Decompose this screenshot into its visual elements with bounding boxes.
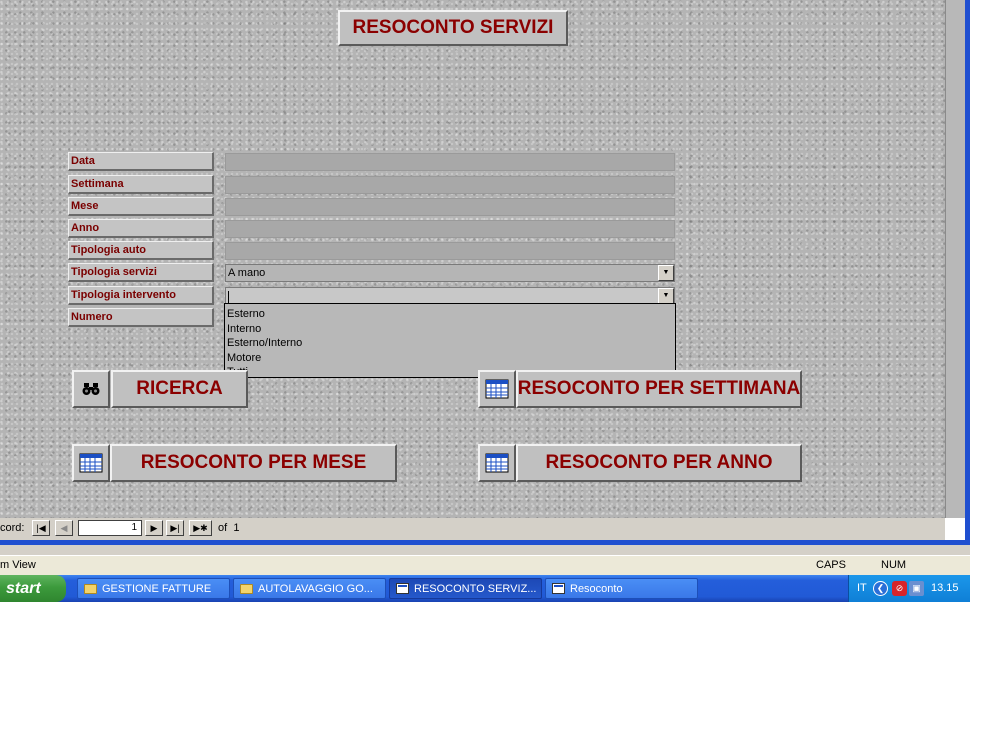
calendar-grid-icon	[485, 379, 509, 399]
record-total-count: 1	[233, 522, 240, 534]
binoculars-icon	[82, 383, 100, 395]
last-record-icon: ▶|	[170, 522, 180, 533]
form-right-margin	[945, 0, 966, 518]
form-icon	[552, 583, 565, 594]
ricerca-icon-button[interactable]	[72, 370, 110, 408]
last-record-button[interactable]: ▶|	[166, 520, 184, 536]
dropdown-option-interno[interactable]: Interno	[225, 322, 675, 337]
record-label: cord:	[0, 522, 25, 534]
form-title: RESOCONTO SERVIZI	[338, 10, 568, 46]
resoconto-mese-icon-button[interactable]	[72, 444, 110, 482]
tipologia-servizi-combo[interactable]: A mano ▼	[225, 264, 675, 282]
tipologia-servizi-dropdown-button[interactable]: ▼	[658, 265, 674, 281]
dropdown-option-esterno[interactable]: Esterno	[225, 307, 675, 322]
label-anno: Anno	[68, 219, 214, 238]
record-of-label: of	[218, 522, 228, 534]
taskbar-item-label: GESTIONE FATTURE	[102, 582, 212, 595]
label-tipologia-intervento: Tipologia intervento	[68, 286, 214, 305]
text-caret	[228, 290, 229, 303]
form-icon	[396, 583, 409, 594]
start-button[interactable]: start	[0, 575, 66, 602]
taskbar-item-label: AUTOLAVAGGIO GO...	[258, 582, 373, 595]
taskbar-item-resoconto-servizi[interactable]: RESOCONTO SERVIZ...	[389, 578, 542, 599]
folder-icon	[240, 583, 253, 594]
record-total: of 1	[218, 522, 239, 534]
ricerca-button[interactable]: RICERCA	[111, 370, 248, 408]
previous-record-button[interactable]: ◀	[55, 520, 73, 536]
taskbar-item-label: RESOCONTO SERVIZ...	[414, 582, 537, 595]
previous-record-icon: ◀	[60, 522, 68, 533]
resoconto-mese-button[interactable]: RESOCONTO PER MESE	[110, 444, 397, 482]
start-label: start	[6, 579, 41, 597]
label-mese: Mese	[68, 197, 214, 216]
resoconto-anno-button[interactable]: RESOCONTO PER ANNO	[516, 444, 802, 482]
chevron-down-icon: ▼	[662, 292, 670, 299]
taskbar-item-autolavaggio[interactable]: AUTOLAVAGGIO GO...	[233, 578, 386, 599]
language-indicator[interactable]: IT	[857, 582, 867, 594]
tipologia-auto-field[interactable]	[225, 242, 675, 260]
calendar-grid-icon	[79, 453, 103, 473]
label-tipologia-auto: Tipologia auto	[68, 241, 214, 260]
label-numero: Numero	[68, 308, 214, 327]
taskbar-item-resoconto[interactable]: Resoconto	[545, 578, 698, 599]
antivirus-icon[interactable]: ⊘	[892, 581, 907, 596]
label-tipologia-servizi: Tipologia servizi	[68, 263, 214, 282]
status-view-text: m View	[0, 559, 36, 571]
first-record-button[interactable]: |◀	[32, 520, 50, 536]
record-number-input[interactable]: 1	[78, 520, 142, 536]
calendar-grid-icon	[485, 453, 509, 473]
resoconto-anno-icon-button[interactable]	[478, 444, 516, 482]
new-record-icon: ▶✱	[193, 522, 208, 533]
label-settimana: Settimana	[68, 175, 214, 194]
label-data: Data	[68, 152, 214, 171]
first-record-icon: |◀	[36, 522, 46, 533]
settimana-field[interactable]	[225, 176, 675, 194]
tipologia-servizi-value: A mano	[228, 267, 266, 279]
window-bottom-strip	[0, 545, 970, 555]
resoconto-settimana-icon-button[interactable]	[478, 370, 516, 408]
tipologia-intervento-dropdown-list[interactable]: Esterno Interno Esterno/Interno Motore T…	[224, 303, 676, 378]
tipologia-intervento-dropdown-button[interactable]: ▼	[658, 288, 674, 304]
resoconto-settimana-button[interactable]: RESOCONTO PER SETTIMANA	[516, 370, 802, 408]
num-indicator: NUM	[881, 559, 907, 571]
new-record-button[interactable]: ▶✱	[189, 520, 212, 536]
data-field[interactable]	[225, 153, 675, 171]
next-record-icon: ▶	[150, 522, 158, 533]
chevron-down-icon: ▼	[662, 269, 670, 276]
dropdown-option-motore[interactable]: Motore	[225, 351, 675, 366]
mese-field[interactable]	[225, 198, 675, 216]
clock[interactable]: 13.15	[931, 582, 959, 594]
folder-icon	[84, 583, 97, 594]
anno-field[interactable]	[225, 220, 675, 238]
taskbar-item-label: Resoconto	[570, 582, 623, 595]
window-frame-right	[965, 0, 970, 545]
network-icon[interactable]: ▣	[909, 581, 924, 596]
taskbar-item-gestione-fatture[interactable]: GESTIONE FATTURE	[77, 578, 230, 599]
dropdown-option-esterno-interno[interactable]: Esterno/Interno	[225, 336, 675, 351]
caps-indicator: CAPS	[816, 559, 846, 571]
tray-arrow-icon[interactable]: ❮	[873, 581, 888, 596]
next-record-button[interactable]: ▶	[145, 520, 163, 536]
